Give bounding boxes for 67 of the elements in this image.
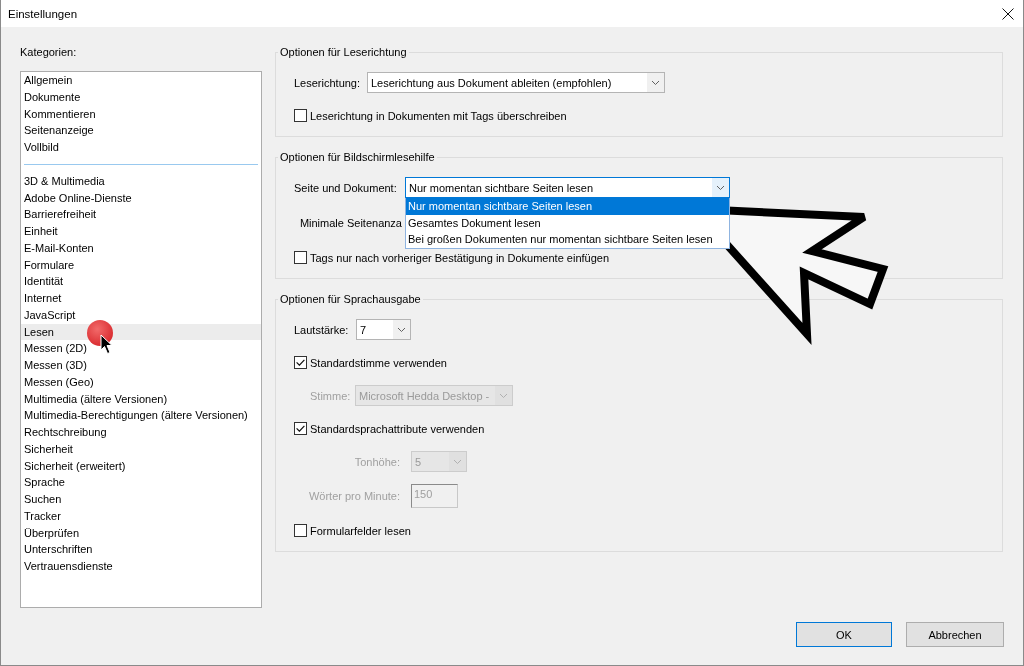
category-item[interactable]: Adobe Online-Dienste: [21, 189, 261, 207]
checkbox-label[interactable]: Leserichtung in Dokumenten mit Tags überschreiben: [310, 109, 567, 122]
chevron-down-icon: [449, 452, 466, 471]
category-item[interactable]: Internet: [21, 290, 261, 307]
category-item[interactable]: Identität: [21, 273, 261, 291]
category-item[interactable]: Messen (2D): [21, 340, 261, 358]
category-item[interactable]: Einheit: [21, 223, 261, 240]
chevron-down-icon: [647, 73, 664, 92]
field-label: Minimale Seitenanza: [298, 216, 402, 229]
chevron-down-icon: [712, 178, 729, 197]
checkbox[interactable]: [294, 422, 307, 435]
dropdown-option[interactable]: Nur momentan sichtbare Seiten lesen: [406, 198, 729, 215]
category-item[interactable]: Sprache: [21, 474, 261, 492]
dropdown[interactable]: 7: [356, 319, 411, 340]
category-item[interactable]: Unterschriften: [21, 541, 261, 559]
category-item[interactable]: Sicherheit (erweitert): [21, 457, 261, 475]
category-item[interactable]: Formulare: [21, 256, 261, 274]
dropdown-option[interactable]: Bei großen Dokumenten nur momentan sichtbare Seiten lesen: [406, 231, 729, 248]
group-title: Optionen für Sprachausgabe: [279, 292, 422, 306]
dropdown[interactable]: Leserichtung aus Dokument ableiten (empfohlen): [367, 72, 665, 93]
category-item[interactable]: Barrierefreiheit: [21, 206, 261, 224]
category-item[interactable]: Vertrauensdienste: [21, 558, 261, 575]
category-item[interactable]: Sicherheit: [21, 440, 261, 458]
window-title: Einstellungen: [8, 7, 78, 20]
category-item[interactable]: Messen (Geo): [21, 373, 261, 391]
list-heading: Kategorien:: [20, 45, 77, 59]
checkbox[interactable]: [294, 524, 307, 537]
field-label: Stimme:: [310, 389, 352, 402]
category-item[interactable]: Suchen: [21, 491, 261, 508]
checkbox[interactable]: [294, 251, 307, 264]
ok-button[interactable]: OK: [796, 622, 892, 647]
checkbox-label[interactable]: Formularfelder lesen: [310, 524, 411, 537]
checkbox[interactable]: [294, 356, 307, 369]
category-item[interactable]: JavaScript: [21, 306, 261, 324]
checkbox-label[interactable]: Standardstimme verwenden: [310, 356, 447, 369]
field-label: Wörter pro Minute:: [307, 490, 400, 502]
field-label: Tonhöhe:: [353, 455, 400, 468]
chevron-down-icon: [393, 320, 410, 339]
mouse-pointer-icon: [100, 334, 114, 355]
checkbox[interactable]: [294, 109, 307, 122]
category-item[interactable]: Überprüfen: [21, 524, 261, 542]
category-item[interactable]: Rechtschreibung: [21, 424, 261, 441]
field-label: Leserichtung:: [294, 76, 362, 89]
category-item[interactable]: Vollbild: [21, 139, 261, 156]
field-label: Lautstärke:: [294, 323, 350, 336]
checkbox-label[interactable]: Standardsprachattribute verwenden: [310, 422, 485, 435]
dropdown[interactable]: Nur momentan sichtbare Seiten lesen: [405, 177, 730, 198]
checkbox-label[interactable]: Tags nur nach vorheriger Bestätigung in Dokumente einfügen: [310, 251, 610, 264]
category-item[interactable]: Multimedia-Berechtigungen (ältere Versionen): [21, 407, 261, 425]
category-item[interactable]: 3D & Multimedia: [21, 172, 261, 190]
checkmark-icon: [296, 425, 305, 432]
category-item[interactable]: Tracker: [21, 507, 261, 525]
checkmark-icon: [296, 359, 305, 366]
cancel-button[interactable]: Abbrechen: [906, 622, 1004, 647]
category-item[interactable]: Kommentieren: [21, 105, 261, 123]
close-icon[interactable]: [1002, 7, 1014, 20]
group-title: Optionen für Leserichtung: [279, 45, 408, 59]
dropdown-option[interactable]: Gesamtes Dokument lesen: [406, 214, 729, 231]
category-item[interactable]: Multimedia (ältere Versionen): [21, 390, 261, 408]
category-item[interactable]: E-Mail-Konten: [21, 239, 261, 257]
category-item[interactable]: Messen (3D): [21, 357, 261, 374]
field-label: Seite und Dokument:: [294, 181, 398, 194]
group-title: Optionen für Bildschirmlesehilfe: [279, 150, 436, 164]
category-item[interactable]: Allgemein: [21, 72, 261, 89]
category-item[interactable]: Seitenanzeige: [21, 122, 261, 139]
category-item[interactable]: Dokumente: [21, 88, 261, 106]
chevron-down-icon: [495, 386, 512, 405]
